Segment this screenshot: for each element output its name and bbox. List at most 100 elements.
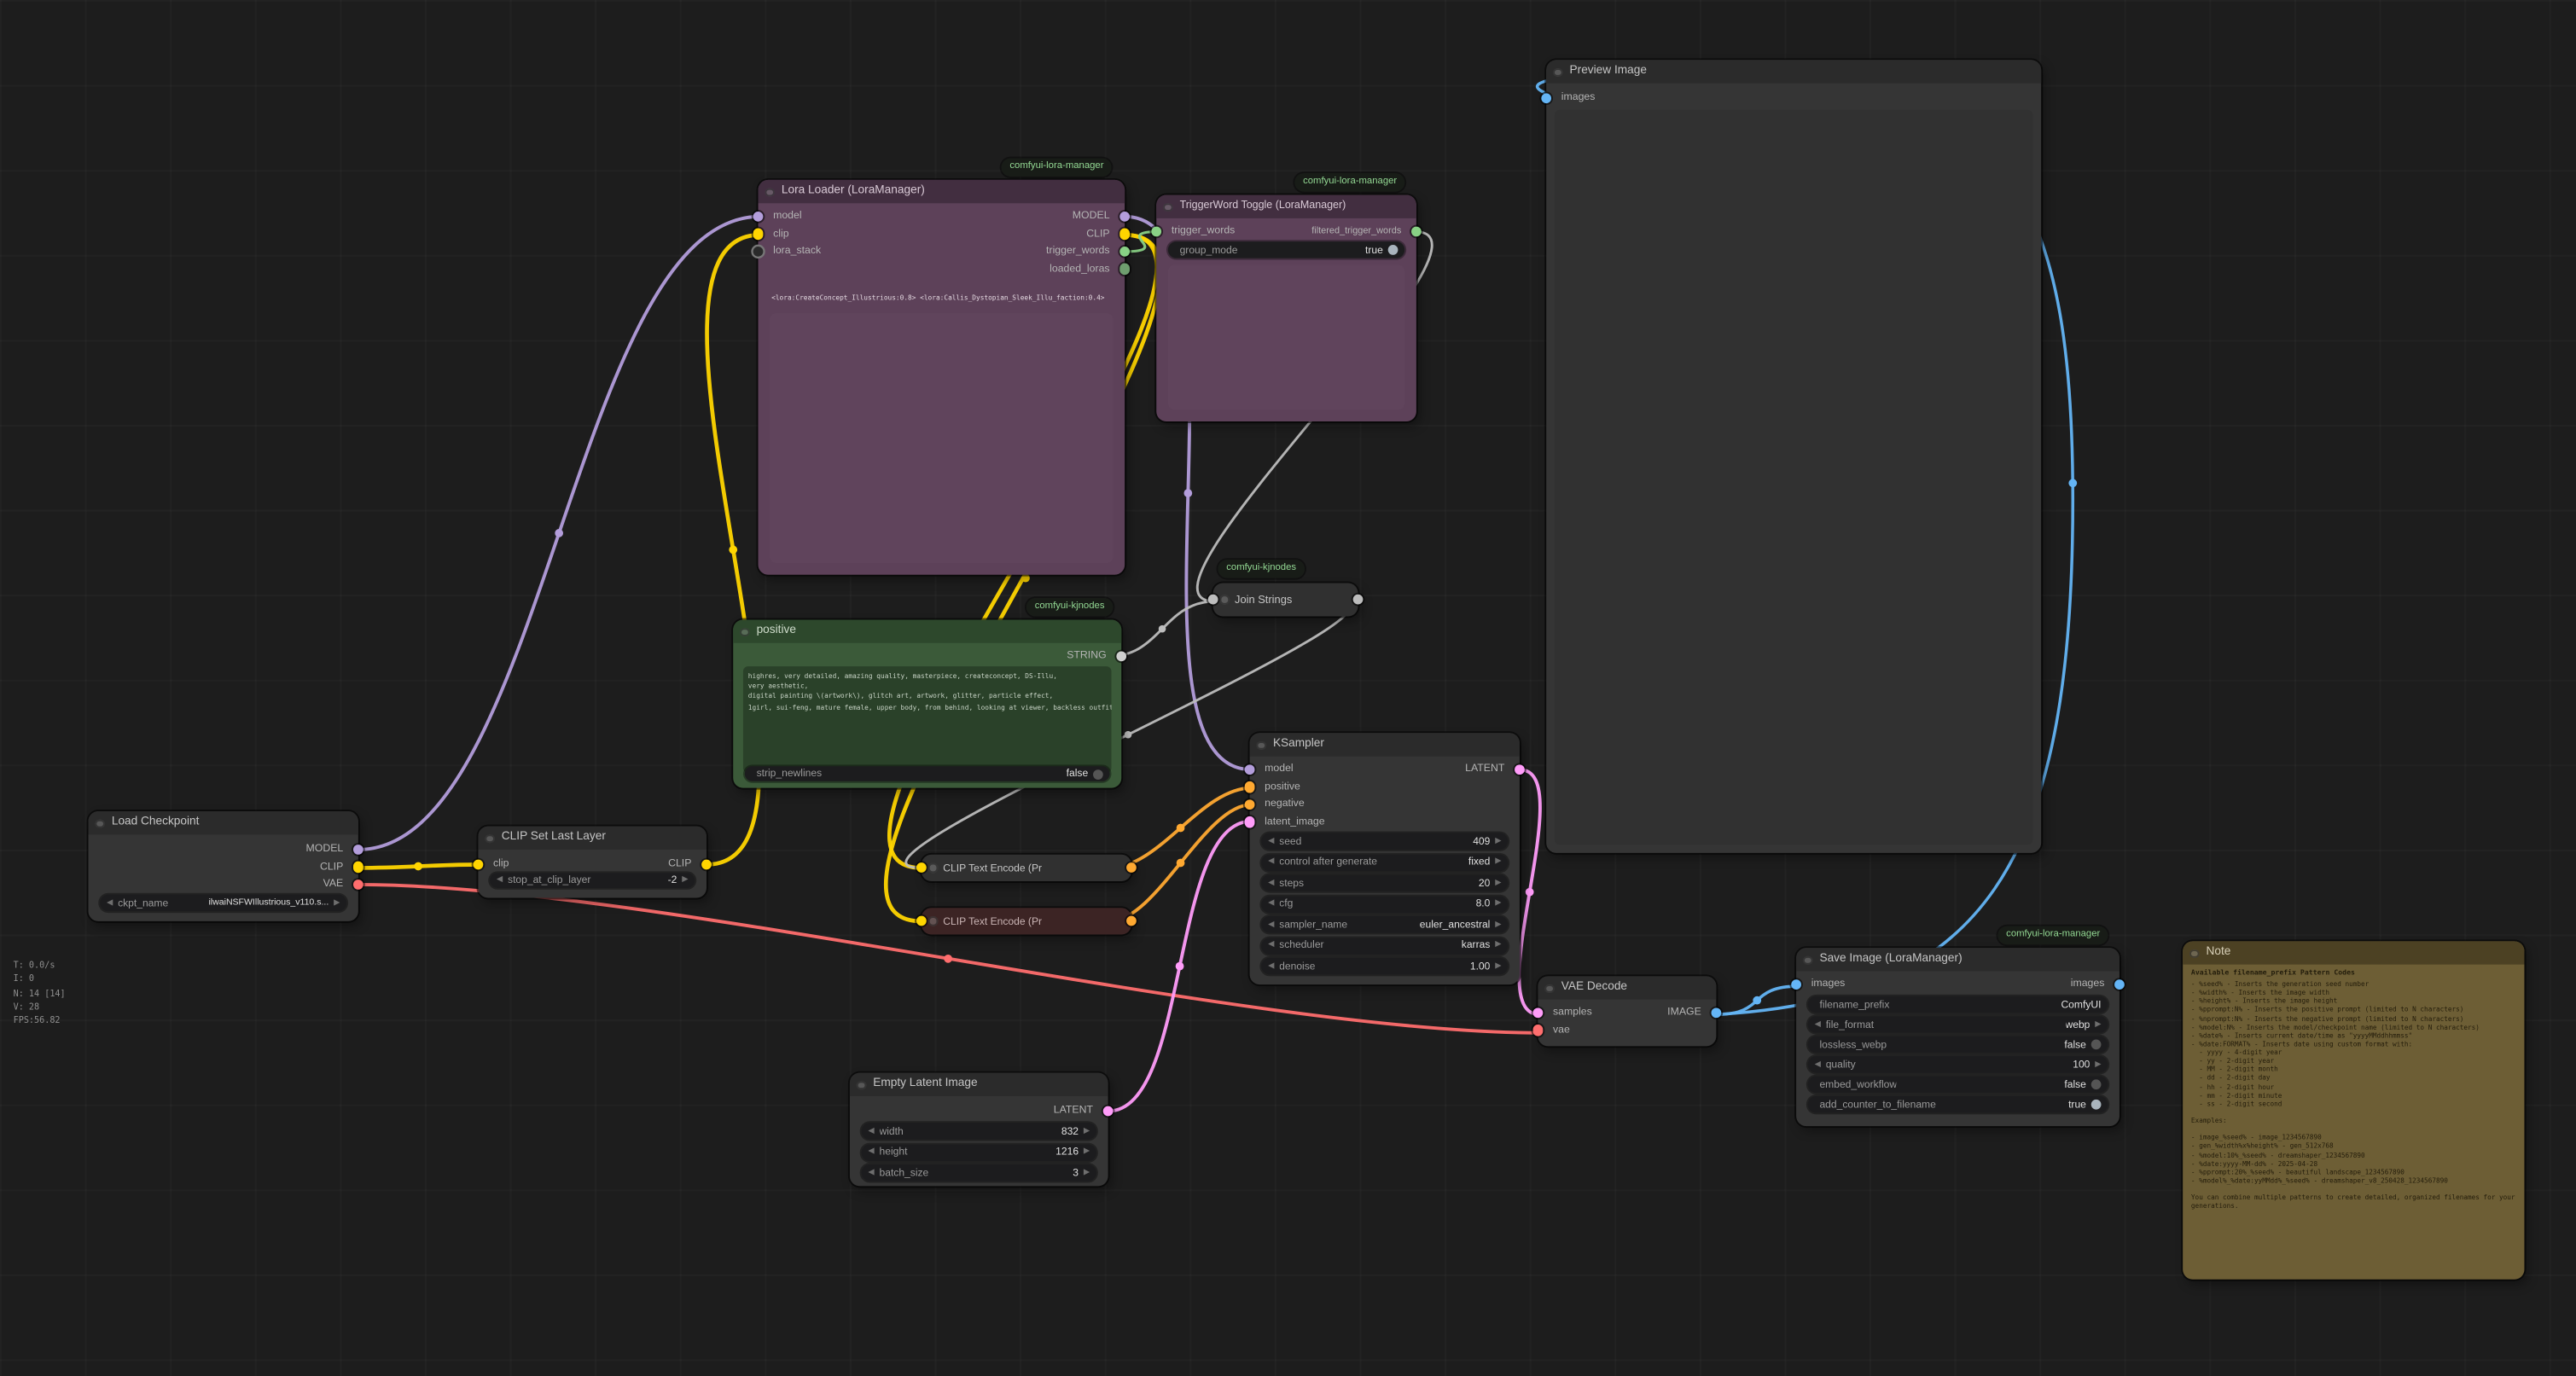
collapse-dot[interactable] [740,627,749,636]
widget-group-mode[interactable]: group_mode true [1168,241,1404,258]
decrement-arrow[interactable]: ◀ [868,1169,874,1177]
toggle-knob[interactable] [2091,1100,2102,1110]
decrement-arrow[interactable]: ◀ [497,876,503,885]
decrement-arrow[interactable]: ◀ [1268,900,1274,909]
node-header[interactable]: Save Image (LoraManager) [1796,948,2120,971]
slot-dot-clip[interactable] [353,862,363,872]
prev-arrow[interactable]: ◀ [1815,1020,1821,1029]
slot-dot-conditioning[interactable] [1244,799,1254,810]
widget-seed[interactable]: ◀ seed 409 ▶ [1261,833,1508,850]
node-clip-set-last-layer[interactable]: CLIP Set Last Layer clip CLIP ◀ stop_at_… [478,827,707,898]
comfyui-viewport[interactable]: comfyui-lora-manager comfyui-lora-manage… [0,0,2576,1376]
collapse-dot[interactable] [765,188,774,197]
node-graph-canvas[interactable]: comfyui-lora-manager comfyui-lora-manage… [0,0,2576,1376]
toggle-knob[interactable] [1093,769,1103,779]
slot-dot-clip[interactable] [1119,229,1130,239]
node-header[interactable]: Note [2183,941,2524,964]
increment-arrow[interactable]: ▶ [1495,837,1501,845]
next-arrow[interactable]: ▶ [1495,941,1501,949]
collapse-dot[interactable] [1544,984,1554,993]
node-preview-image[interactable]: Preview Image images [1546,60,2041,853]
node-join-strings[interactable]: Join Strings [1213,583,1358,616]
widget-cfg[interactable]: ◀ cfg 8.0 ▶ [1261,896,1508,913]
lora-widget-area[interactable] [770,313,1113,563]
node-vae-decode[interactable]: VAE Decode samples vae IMAGE [1538,976,1716,1046]
prev-arrow[interactable]: ◀ [1268,920,1274,929]
slot-dot-loaded-loras[interactable] [1119,264,1130,274]
widget-batch-size[interactable]: ◀ batch_size 3 ▶ [862,1164,1096,1182]
decrement-arrow[interactable]: ◀ [1268,962,1274,971]
node-header[interactable]: Preview Image [1546,60,2041,83]
widget-file-format[interactable]: ◀ file_format webp ▶ [1808,1016,2108,1033]
slot-dot-conditioning[interactable] [1244,781,1254,792]
increment-arrow[interactable]: ▶ [1084,1169,1090,1177]
next-arrow[interactable]: ▶ [1495,858,1501,867]
next-arrow[interactable]: ▶ [2095,1020,2101,1029]
widget-filename-prefix[interactable]: filename_prefix ComfyUI [1808,996,2108,1013]
node-header[interactable]: CLIP Set Last Layer [478,827,707,850]
note-body[interactable]: Available filename_prefix Pattern Codes … [2191,968,2520,1274]
widget-scheduler[interactable]: ◀ scheduler karras ▶ [1261,937,1508,954]
node-save-image[interactable]: Save Image (LoraManager) images images f… [1796,948,2120,1126]
node-header[interactable]: VAE Decode [1538,976,1716,999]
node-triggerword-toggle[interactable]: TriggerWord Toggle (LoraManager) trigger… [1156,194,1416,421]
widget-steps[interactable]: ◀ steps 20 ▶ [1261,874,1508,891]
node-header[interactable]: Lora Loader (LoraManager) [759,180,1125,203]
toggle-knob[interactable] [2091,1040,2102,1050]
widget-width[interactable]: ◀ width 832 ▶ [862,1123,1096,1140]
increment-arrow[interactable]: ▶ [1495,900,1501,909]
node-ksampler[interactable]: KSampler model positive negative latent_… [1250,733,1520,984]
widget-add-counter-to-filename[interactable]: add_counter_to_filename true [1808,1096,2108,1113]
collapsed-input-dot[interactable] [1207,595,1218,605]
widget-quality[interactable]: ◀ quality 100 ▶ [1808,1056,2108,1073]
widget-lossless-webp[interactable]: lossless_webp false [1808,1036,2108,1054]
node-clip-text-encode-negative[interactable]: CLIP Text Encode (Pr [922,908,1131,934]
node-positive-prompt[interactable]: positive STRING highres, very detailed, … [733,619,1121,787]
collapse-dot[interactable] [2189,949,2199,958]
widget-sampler-name[interactable]: ◀ sampler_name euler_ancestral ▶ [1261,916,1508,933]
prompt-textarea[interactable]: highres, very detailed, amazing quality,… [743,666,1112,773]
decrement-arrow[interactable]: ◀ [1268,837,1274,845]
node-lora-loader[interactable]: Lora Loader (LoraManager) model clip lor… [759,180,1125,575]
slot-dot-latent[interactable] [1244,816,1254,827]
increment-arrow[interactable]: ▶ [682,876,688,885]
node-load-checkpoint[interactable]: Load Checkpoint MODEL CLIP VAE ◀ ckpt_na… [88,811,358,921]
node-header[interactable]: Load Checkpoint [88,811,358,834]
collapse-dot[interactable] [928,917,938,926]
increment-arrow[interactable]: ▶ [1084,1127,1090,1135]
slot-dot-latent[interactable] [1532,1007,1543,1018]
node-empty-latent-image[interactable]: Empty Latent Image LATENT ◀ width 832 ▶ … [850,1073,1108,1187]
slot-dot-vae[interactable] [1532,1025,1543,1036]
slot-dot-model[interactable] [753,212,763,222]
node-header[interactable]: Empty Latent Image [850,1073,1108,1096]
slot-dot-model[interactable] [1244,764,1254,775]
widget-control-after-generate[interactable]: ◀ control after generate fixed ▶ [1261,854,1508,871]
increment-arrow[interactable]: ▶ [1495,962,1501,971]
collapse-dot[interactable] [928,863,938,873]
collapse-dot[interactable] [1803,955,1812,965]
next-arrow[interactable]: ▶ [334,899,340,908]
increment-arrow[interactable]: ▶ [1495,879,1501,887]
toggle-knob[interactable] [2091,1079,2102,1089]
collapse-dot[interactable] [485,833,494,843]
slot-dot-lora-stack[interactable] [753,247,763,257]
node-note[interactable]: Note Available filename_prefix Pattern C… [2183,941,2524,1279]
prev-arrow[interactable]: ◀ [1268,858,1274,867]
collapse-dot[interactable] [857,1080,866,1089]
widget-height[interactable]: ◀ height 1216 ▶ [862,1144,1096,1161]
decrement-arrow[interactable]: ◀ [1815,1060,1821,1069]
node-header[interactable]: positive [733,619,1121,642]
increment-arrow[interactable]: ▶ [1084,1147,1090,1156]
collapse-dot[interactable] [1163,202,1172,212]
prev-arrow[interactable]: ◀ [107,899,113,908]
increment-arrow[interactable]: ▶ [2095,1060,2101,1069]
widget-embed-workflow[interactable]: embed_workflow false [1808,1077,2108,1094]
widget-stop-at-clip-layer[interactable]: ◀ stop_at_clip_layer -2 ▶ [490,873,695,888]
slot-dot-image[interactable] [1791,979,1801,990]
slot-dot-clip[interactable] [753,229,763,239]
collapsed-input-dot[interactable] [916,862,927,873]
collapse-dot[interactable] [1219,595,1229,605]
widget-denoise[interactable]: ◀ denoise 1.00 ▶ [1261,958,1508,975]
slot-dot-image[interactable] [1541,93,1551,103]
decrement-arrow[interactable]: ◀ [868,1147,874,1156]
